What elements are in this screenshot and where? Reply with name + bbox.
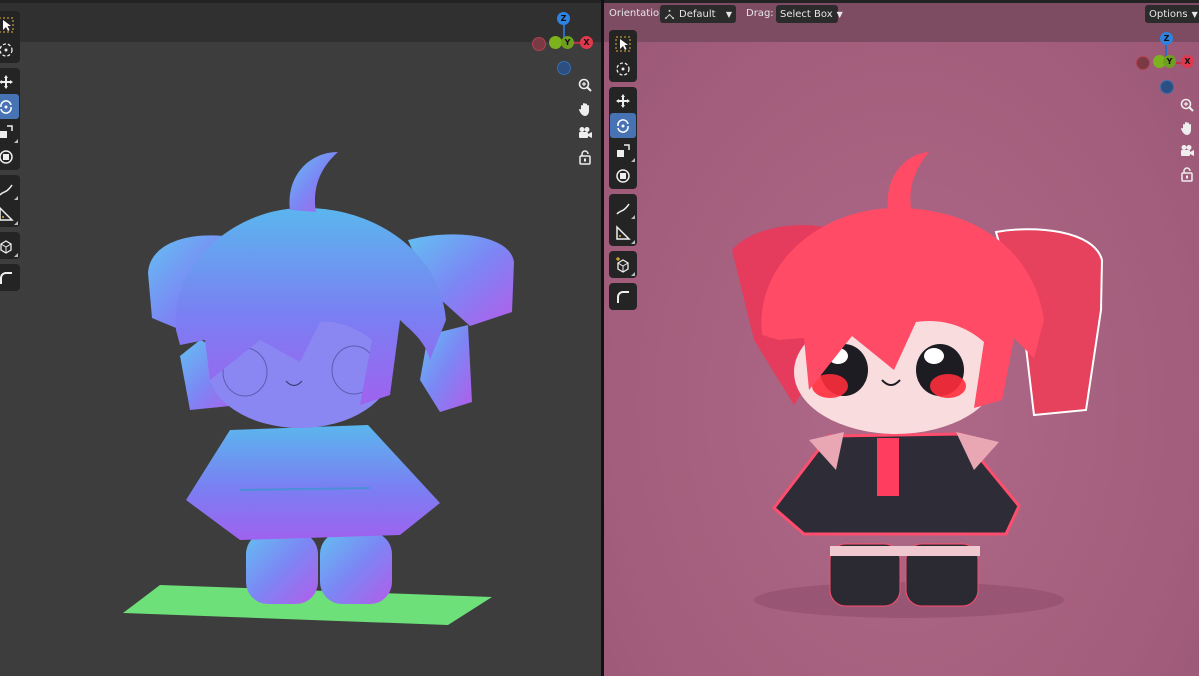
- toon-shaded-character: [732, 152, 1104, 618]
- right-viewport[interactable]: Orientation: Default ▼ Drag: Select Box …: [604, 0, 1199, 676]
- normal-shaded-character: [123, 152, 514, 625]
- left-viewport[interactable]: Z Y X: [0, 0, 601, 676]
